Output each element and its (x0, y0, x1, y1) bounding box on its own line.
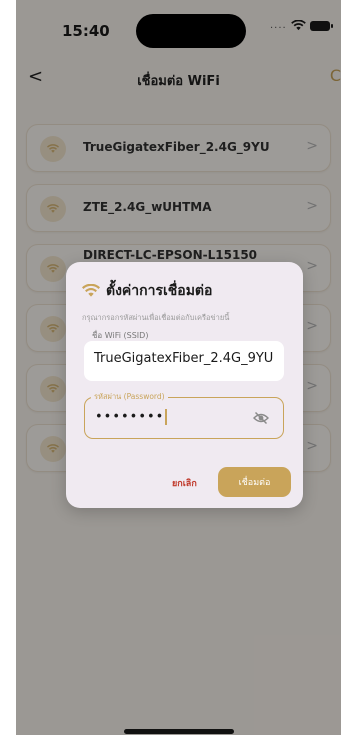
wifi-icon (82, 284, 100, 297)
wifi-connect-dialog: ตั้งค่าการเชื่อมต่อ กรุณากรอกรหัสผ่านเพื… (66, 262, 303, 508)
dialog-header: ตั้งค่าการเชื่อมต่อ (82, 280, 212, 302)
eye-off-icon[interactable] (253, 410, 269, 429)
dialog-title: ตั้งค่าการเชื่อมต่อ (106, 283, 213, 299)
dialog-subtitle: กรุณากรอกรหัสผ่านเพื่อเชื่อมต่อกับเครือข… (82, 313, 230, 322)
text-caret (165, 409, 168, 425)
password-field[interactable]: รหัสผ่าน (Password) •••••••• (84, 391, 284, 439)
home-indicator (124, 729, 234, 734)
phone-screen: 15:40 .... < เชื่อมต่อ WiFi C TrueGigate… (16, 0, 341, 735)
password-label: รหัสผ่าน (Password) (91, 391, 168, 403)
ssid-field: TrueGigatexFiber_2.4G_9YU (84, 341, 284, 381)
password-input-value: •••••••• (95, 409, 168, 425)
connect-button[interactable]: เชื่อมต่อ (218, 467, 291, 497)
cancel-button[interactable]: ยกเลิก (172, 476, 197, 490)
